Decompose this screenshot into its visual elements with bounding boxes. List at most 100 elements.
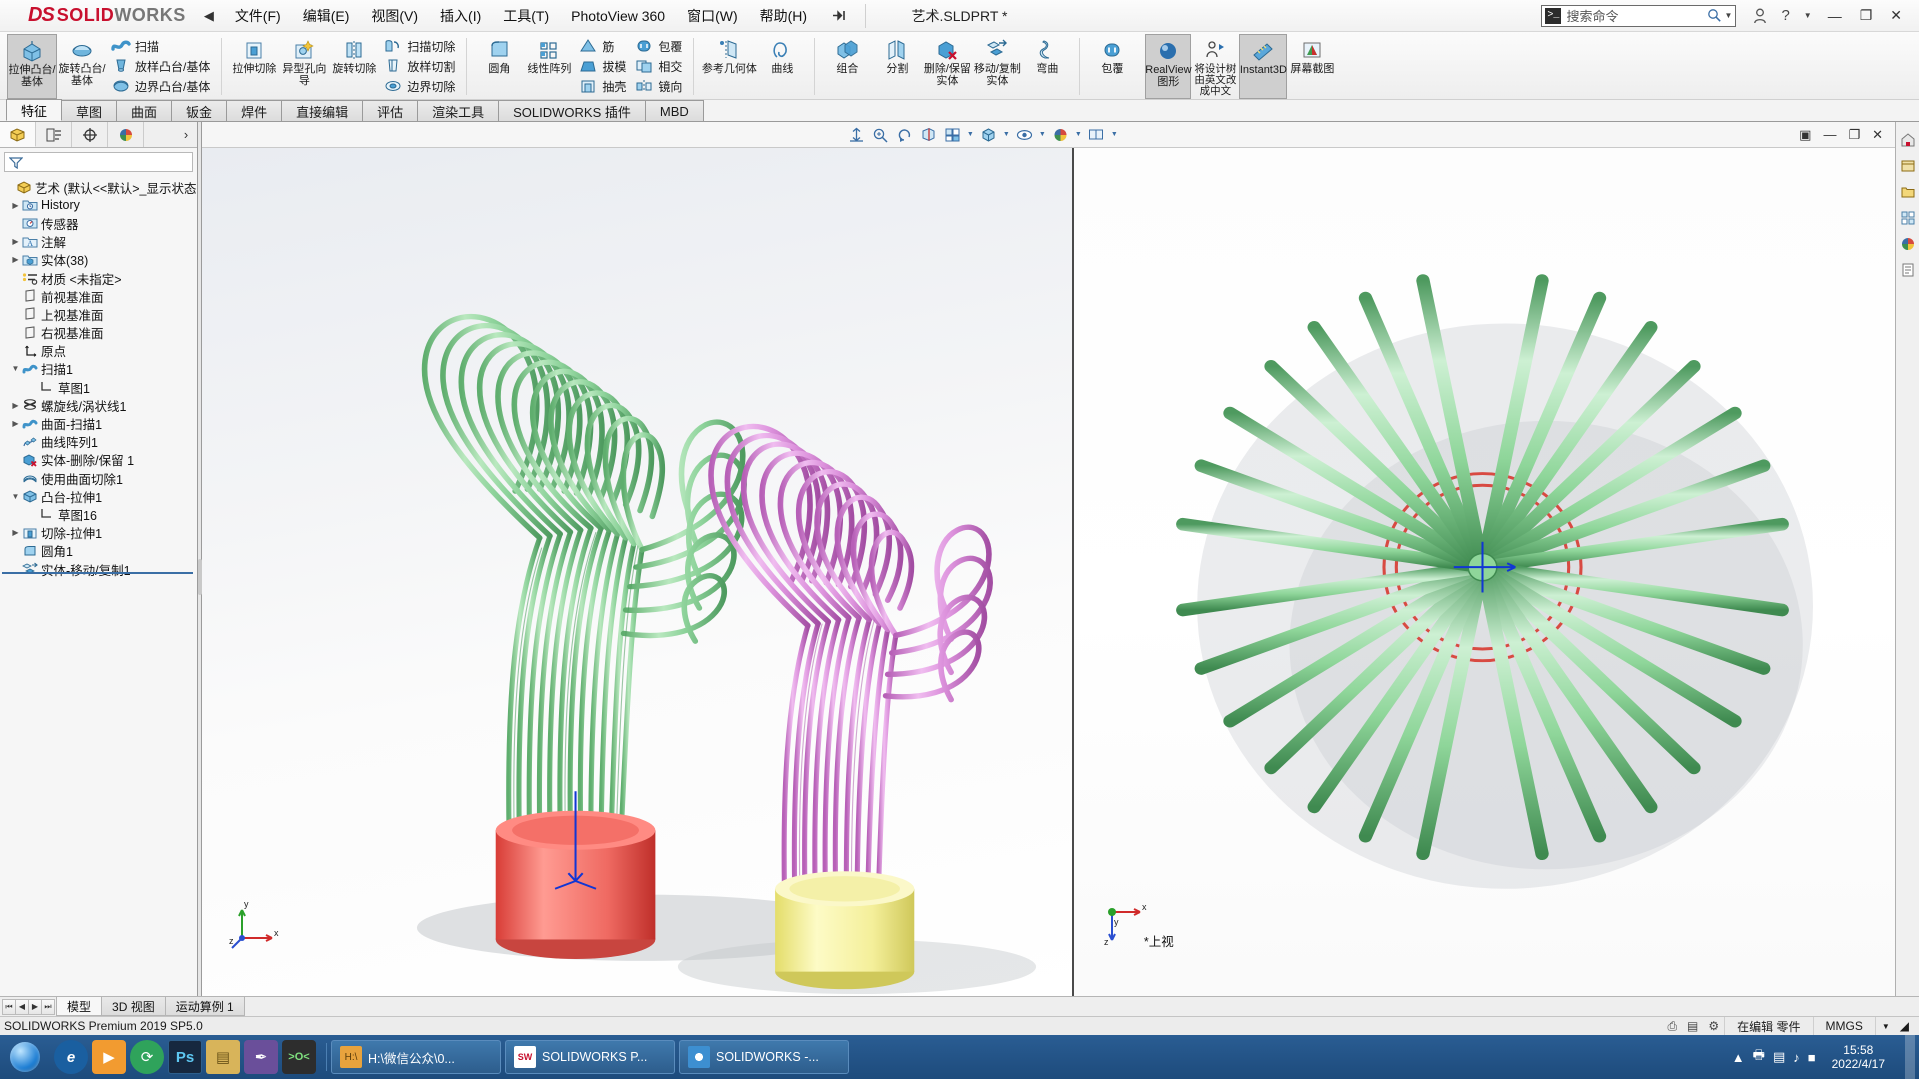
taskbar-window-explorer[interactable]: H:\ H:\微信公众\0... bbox=[331, 1040, 501, 1074]
menu-collapse-arrow-icon[interactable]: ◀ bbox=[198, 8, 224, 24]
help-icon[interactable]: ? bbox=[1774, 7, 1796, 24]
tree-expander-bodies[interactable]: ▶ bbox=[10, 255, 21, 264]
appearance-dropdown-icon[interactable]: ▼ bbox=[1073, 124, 1083, 146]
view-palette-icon[interactable] bbox=[1898, 208, 1918, 228]
reference-geometry-button[interactable]: 参考几何体 bbox=[701, 34, 757, 99]
tree-item-history[interactable]: ▶ History bbox=[2, 196, 197, 214]
tree-item-solid-bodies[interactable]: ▶ 实体(38) bbox=[2, 251, 197, 269]
tree-item-cut-with-surface1[interactable]: 使用曲面切除1 bbox=[2, 469, 197, 487]
viewport-isometric[interactable]: y x z bbox=[202, 148, 1074, 996]
menu-tools[interactable]: 工具(T) bbox=[492, 2, 560, 30]
tree-item-move-copy1[interactable]: 实体-移动/复制1 bbox=[2, 560, 197, 578]
photoshop-icon[interactable]: Ps bbox=[168, 1040, 202, 1074]
maximize-doc-icon[interactable]: ❐ bbox=[1844, 127, 1864, 143]
tab-surfaces[interactable]: 曲面 bbox=[116, 100, 173, 121]
loft-cut-button[interactable]: 放样切割 bbox=[379, 56, 459, 76]
first-tab-icon[interactable]: ⏮ bbox=[2, 998, 16, 1015]
pin-menu-icon[interactable] bbox=[818, 9, 861, 22]
tab-solidworks-addins[interactable]: SOLIDWORKS 插件 bbox=[498, 100, 646, 121]
hole-wizard-button[interactable]: 异型孔向导 bbox=[279, 34, 329, 99]
sweep-button[interactable]: 扫描 bbox=[107, 36, 214, 56]
feature-tree-rollback-bar[interactable] bbox=[2, 572, 193, 574]
tree-item-front-plane[interactable]: 前视基准面 bbox=[2, 287, 197, 305]
user-account-icon[interactable] bbox=[1746, 8, 1774, 24]
help-dropdown-icon[interactable]: ▼ bbox=[1797, 11, 1819, 20]
draft-button[interactable]: 拔模 bbox=[574, 56, 630, 76]
tree-item-material[interactable]: 材质 <未指定> bbox=[2, 269, 197, 287]
tree-item-right-plane[interactable]: 右视基准面 bbox=[2, 324, 197, 342]
menu-photoview360[interactable]: PhotoView 360 bbox=[560, 4, 676, 28]
bottom-tab-motion-study[interactable]: 运动算例 1 bbox=[164, 997, 245, 1016]
tab-direct-editing[interactable]: 直接编辑 bbox=[281, 100, 364, 121]
combine-button[interactable]: 组合 bbox=[822, 34, 872, 99]
screen-capture-button[interactable]: 屏幕截图 bbox=[1287, 34, 1337, 99]
translate-tree-button[interactable]: 将设计树由英文改成中文 bbox=[1191, 34, 1239, 99]
boundary-cut-button[interactable]: 边界切除 bbox=[379, 76, 459, 96]
edit-appearance-icon[interactable] bbox=[1049, 124, 1071, 146]
feature-tree-tab[interactable] bbox=[0, 122, 36, 147]
tree-expander-cut-extrude1[interactable]: ▶ bbox=[10, 528, 21, 537]
tab-mbd[interactable]: MBD bbox=[644, 100, 704, 121]
prev-tab-icon[interactable]: ◀ bbox=[15, 998, 29, 1015]
tree-expander-annotations[interactable]: ▶ bbox=[10, 237, 21, 246]
show-desktop-button[interactable] bbox=[1905, 1035, 1915, 1079]
menu-window[interactable]: 窗口(W) bbox=[676, 2, 749, 30]
solidworks-resources-icon[interactable] bbox=[1898, 130, 1918, 150]
tree-expander-boss-extrude1[interactable]: ▼ bbox=[10, 492, 21, 501]
tree-item-annotations[interactable]: ▶ A 注解 bbox=[2, 233, 197, 251]
flex-button[interactable]: 弯曲 bbox=[1022, 34, 1072, 99]
move-copy-body-button[interactable]: 移动/复制实体 bbox=[972, 34, 1022, 99]
ie-icon[interactable]: e bbox=[54, 1040, 88, 1074]
search-commands-box[interactable]: >_ 搜索命令 ▼ bbox=[1541, 4, 1737, 27]
printer-tray-icon[interactable]: 🖶 bbox=[1753, 1046, 1765, 1068]
extrude-boss-button[interactable]: 拉伸凸台/基体 bbox=[7, 34, 57, 99]
tool2-icon[interactable]: ✒ bbox=[244, 1040, 278, 1074]
tree-item-sweep1[interactable]: ▼ 扫描1 bbox=[2, 360, 197, 378]
menu-help[interactable]: 帮助(H) bbox=[749, 2, 818, 30]
appearances-scenes-icon[interactable] bbox=[1898, 234, 1918, 254]
tree-expander-sweep1[interactable]: ▼ bbox=[10, 364, 21, 373]
taskbar-window-solidworks-premium[interactable]: SW SOLIDWORKS P... bbox=[505, 1040, 675, 1074]
status-units-label[interactable]: MMGS bbox=[1812, 1016, 1875, 1036]
volume-icon[interactable]: ♪ bbox=[1793, 1050, 1800, 1065]
viewport-icon[interactable] bbox=[1085, 124, 1107, 146]
overwrite-icon[interactable]: ▤ bbox=[1682, 1019, 1703, 1033]
tree-item-top-plane[interactable]: 上视基准面 bbox=[2, 305, 197, 323]
section-view-icon[interactable] bbox=[917, 124, 939, 146]
tree-expander-helix1[interactable]: ▶ bbox=[10, 401, 21, 410]
tree-item-surface-sweep1[interactable]: ▶ 曲面-扫描1 bbox=[2, 414, 197, 432]
minimize-button[interactable]: — bbox=[1819, 8, 1851, 24]
tree-root-node[interactable]: 艺术 (默认<<默认>_显示状态 1>) bbox=[2, 178, 197, 196]
sweep-cut-button[interactable]: 扫描切除 bbox=[379, 36, 459, 56]
configuration-manager-tab[interactable] bbox=[72, 122, 108, 147]
tree-expander-history[interactable]: ▶ bbox=[10, 201, 21, 210]
wrap-button-2[interactable]: 包覆 bbox=[1087, 34, 1137, 99]
display-manager-tab[interactable] bbox=[108, 122, 144, 147]
view-orientation-icon[interactable] bbox=[941, 124, 963, 146]
tree-item-sketch1[interactable]: 草图1 bbox=[2, 378, 197, 396]
restore-button[interactable]: ❐ bbox=[1851, 7, 1882, 24]
split-button[interactable]: 分割 bbox=[872, 34, 922, 99]
show-hidden-icons[interactable]: ▲ bbox=[1732, 1050, 1745, 1065]
display-style-dropdown-icon[interactable]: ▼ bbox=[1001, 124, 1011, 146]
zoom-to-fit-icon[interactable] bbox=[845, 124, 867, 146]
search-icon[interactable] bbox=[1707, 8, 1722, 23]
realview-button[interactable]: RealView 图形 bbox=[1145, 34, 1192, 99]
tree-item-sensors[interactable]: 传感器 bbox=[2, 214, 197, 232]
delete-keep-body-button[interactable]: 删除/保留实体 bbox=[922, 34, 972, 99]
tree-expander-surface-sweep1[interactable]: ▶ bbox=[10, 419, 21, 428]
tree-item-boss-extrude1[interactable]: ▼ 凸台-拉伸1 bbox=[2, 487, 197, 505]
instant3d-button[interactable]: Instant3D bbox=[1239, 34, 1288, 99]
tree-item-curve-pattern1[interactable]: 曲线阵列1 bbox=[2, 433, 197, 451]
status-units-dropdown-icon[interactable]: ▼ bbox=[1874, 1016, 1896, 1036]
extrude-cut-button[interactable]: 拉伸切除 bbox=[229, 34, 279, 99]
tab-sketch[interactable]: 草图 bbox=[61, 100, 118, 121]
tab-features[interactable]: 特征 bbox=[6, 99, 63, 121]
bottom-tab-3dviews[interactable]: 3D 视图 bbox=[101, 997, 166, 1016]
refresh-icon[interactable]: ⟳ bbox=[130, 1040, 164, 1074]
orientation-dropdown-icon[interactable]: ▼ bbox=[965, 124, 975, 146]
previous-view-icon[interactable] bbox=[893, 124, 915, 146]
feature-tree-filter-input[interactable] bbox=[4, 152, 193, 172]
custom-properties-icon[interactable] bbox=[1898, 260, 1918, 280]
tab-weldments[interactable]: 焊件 bbox=[226, 100, 283, 121]
